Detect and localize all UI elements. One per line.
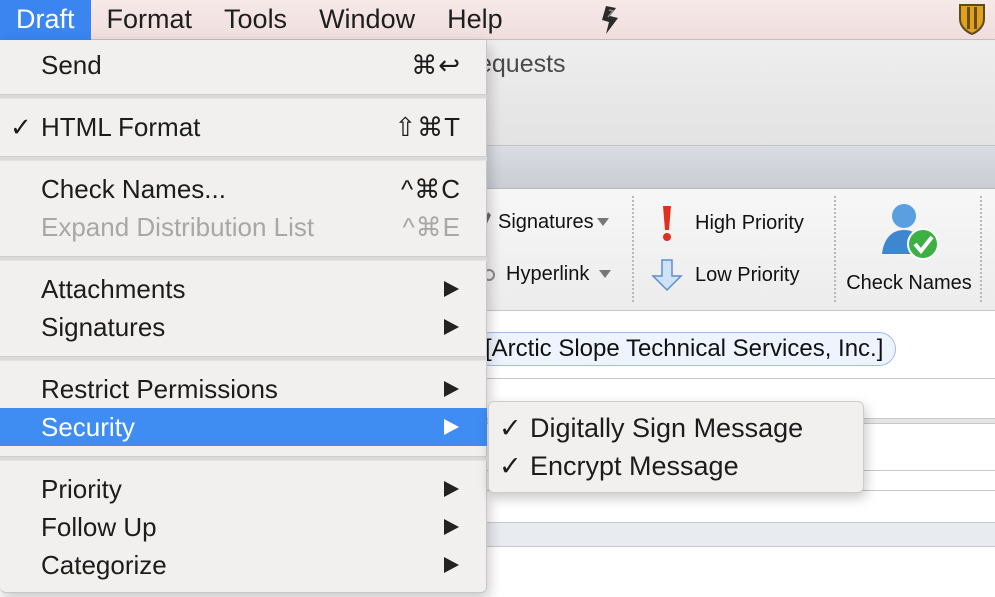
check-names-label: Check Names (846, 272, 972, 294)
high-priority-label: High Priority (695, 211, 804, 234)
shield-icon[interactable] (957, 3, 987, 35)
menu-window[interactable]: Window (303, 0, 431, 40)
menu-item-label: Encrypt Message (530, 451, 739, 481)
submenu-arrow-icon (444, 557, 459, 573)
menu-item-label: Signatures (41, 312, 166, 342)
shortcut-label: ^⌘E (402, 212, 461, 242)
submenu-arrow-icon (444, 481, 459, 497)
menu-item-label: HTML Format (41, 112, 201, 142)
checkmark-icon: ✓ (499, 413, 522, 443)
menu-item-signatures[interactable]: Signatures (0, 308, 487, 346)
menu-item-label: Categorize (41, 550, 167, 580)
recipient-token[interactable]: [Arctic Slope Technical Services, Inc.] (474, 332, 897, 366)
menu-item-digitally-sign-message[interactable]: ✓ Digitally Sign Message (489, 409, 865, 447)
low-priority-button[interactable]: Low Priority (650, 258, 799, 292)
menu-item-restrict-permissions[interactable]: Restrict Permissions (0, 370, 487, 408)
checkmark-icon: ✓ (499, 451, 522, 481)
submenu-arrow-icon (444, 281, 459, 297)
menu-separator (0, 256, 487, 261)
menu-format[interactable]: Format (91, 0, 209, 40)
menu-bar: Draft Format Tools Window Help (0, 0, 995, 40)
checkmark-icon: ✓ (10, 112, 32, 142)
check-names-user-icon (874, 196, 944, 266)
submenu-arrow-icon (444, 419, 459, 435)
menu-separator (0, 156, 487, 161)
chevron-down-icon (599, 270, 612, 278)
menu-item-label: Security (41, 412, 135, 442)
menu-item-label: Digitally Sign Message (530, 413, 804, 443)
submenu-arrow-icon (444, 319, 459, 335)
menu-item-label: Restrict Permissions (41, 374, 278, 404)
arrow-down-icon (650, 258, 684, 292)
signatures-button[interactable]: Signatures (480, 210, 609, 234)
script-icon[interactable] (596, 4, 624, 36)
menu-item-security[interactable]: Security (0, 408, 487, 446)
field-divider (486, 378, 995, 379)
menu-item-label: Check Names... (41, 174, 226, 204)
menu-item-follow-up[interactable]: Follow Up (0, 508, 487, 546)
ribbon-separator (834, 196, 836, 302)
ribbon-separator (980, 196, 982, 302)
low-priority-label: Low Priority (695, 263, 800, 286)
ribbon-separator (632, 196, 634, 302)
submenu-arrow-icon (444, 519, 459, 535)
menu-item-send[interactable]: Send ⌘↩ (0, 46, 487, 84)
menu-item-label: Send (41, 50, 102, 80)
menu-separator (0, 456, 487, 461)
menu-item-encrypt-message[interactable]: ✓ Encrypt Message (489, 447, 865, 485)
menu-item-priority[interactable]: Priority (0, 470, 487, 508)
menu-tools[interactable]: Tools (208, 0, 303, 40)
menu-item-expand-distribution-list: Expand Distribution List ^⌘E (0, 208, 487, 246)
signatures-label: Signatures (498, 210, 594, 233)
menu-item-label: Priority (41, 474, 122, 504)
menu-help[interactable]: Help (431, 0, 519, 40)
menu-draft[interactable]: Draft (0, 0, 91, 40)
field-divider (486, 522, 995, 547)
security-submenu: ✓ Digitally Sign Message ✓ Encrypt Messa… (488, 401, 864, 493)
window-title: equests (478, 50, 566, 78)
menu-separator (0, 94, 487, 99)
menu-item-check-names[interactable]: Check Names... ^⌘C (0, 170, 487, 208)
menu-item-label: Attachments (41, 274, 186, 304)
chevron-down-icon (596, 218, 609, 226)
menu-item-html-format[interactable]: ✓ HTML Format ⇧⌘T (0, 108, 487, 146)
menu-separator (0, 356, 487, 361)
shortcut-label: ^⌘C (401, 174, 461, 204)
exclamation-icon (656, 204, 678, 242)
high-priority-button[interactable]: High Priority (656, 204, 804, 242)
submenu-arrow-icon (444, 381, 459, 397)
shortcut-label: ⇧⌘T (394, 112, 461, 142)
menu-item-categorize[interactable]: Categorize (0, 546, 487, 584)
menu-item-attachments[interactable]: Attachments (0, 270, 487, 308)
hyperlink-button[interactable]: Hyperlink (480, 262, 612, 286)
menu-item-label: Expand Distribution List (41, 212, 315, 242)
check-names-button[interactable]: Check Names (838, 196, 980, 302)
menu-item-label: Follow Up (41, 512, 157, 542)
draft-menu: Send ⌘↩ ✓ HTML Format ⇧⌘T Check Names...… (0, 40, 487, 593)
shortcut-label: ⌘↩ (411, 50, 461, 80)
hyperlink-label: Hyperlink (506, 262, 590, 285)
